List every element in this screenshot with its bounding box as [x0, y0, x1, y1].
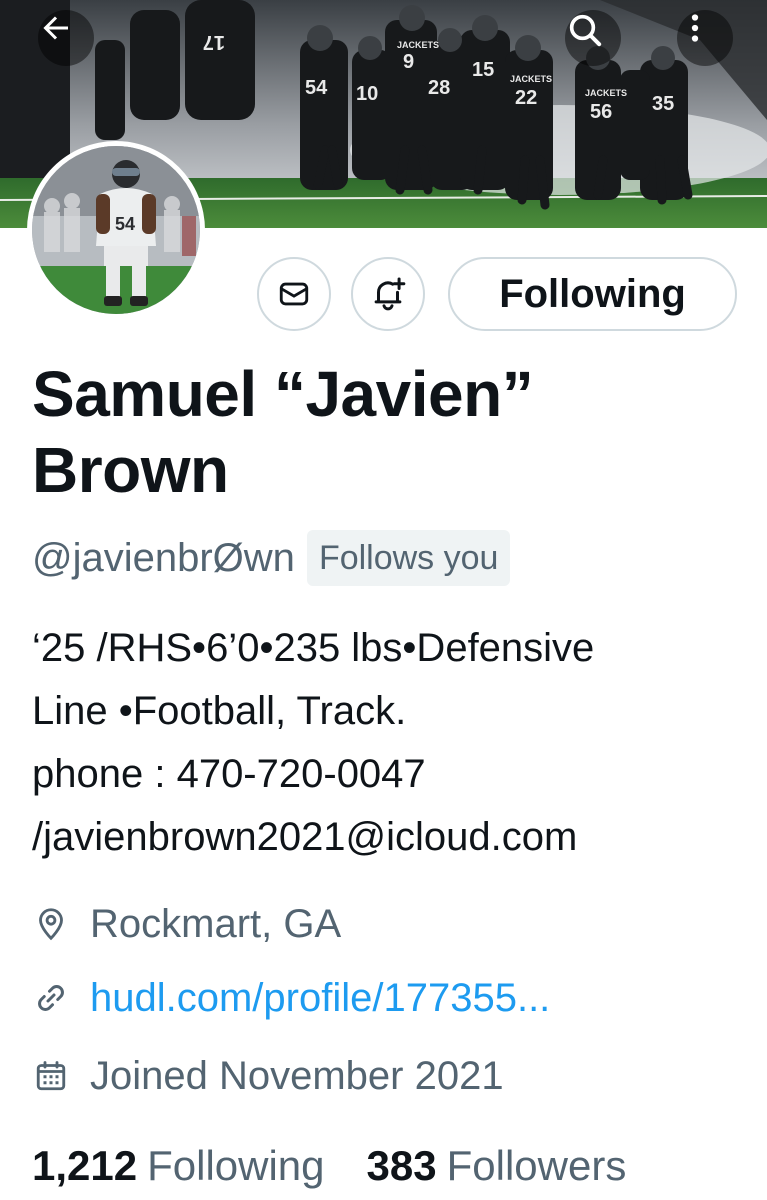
followers-stat[interactable]: 383 Followers	[367, 1142, 627, 1190]
website-row: hudl.com/profile/177355...	[32, 970, 550, 1026]
avatar-photo: 54	[32, 146, 200, 314]
banner-jersey-number: 54	[305, 77, 328, 99]
search-icon	[569, 14, 602, 47]
banner-jersey-number: 15	[472, 59, 494, 81]
link-icon	[32, 979, 70, 1017]
more-options-button[interactable]	[677, 10, 733, 66]
banner-jersey-number: 9	[403, 51, 414, 73]
display-name-line: Samuel “Javien”	[32, 358, 534, 430]
following-stat[interactable]: 1,212 Following	[32, 1142, 325, 1190]
arrow-left-icon	[43, 16, 68, 40]
handle-row: @javienbrØwn Follows you	[32, 530, 511, 586]
calendar-icon	[32, 1057, 70, 1095]
banner-jersey-number: 10	[356, 83, 378, 105]
banner-jersey-number: 56	[590, 101, 612, 123]
website-link[interactable]: hudl.com/profile/177355...	[90, 976, 550, 1021]
message-button[interactable]	[257, 257, 331, 331]
banner-jersey-number: 17	[203, 31, 225, 53]
joined-date: Joined November 2021	[90, 1053, 504, 1098]
banner-jersey-text: JACKETS	[397, 40, 439, 50]
avatar-jersey-number: 54	[115, 214, 135, 234]
following-button[interactable]: Following	[448, 257, 737, 331]
location-pin-icon	[32, 905, 70, 943]
bell-plus-icon	[374, 277, 406, 311]
search-button[interactable]	[565, 10, 621, 66]
bio-line: ‘25 /RHS•6’0•235 lbs•Defensive	[32, 626, 595, 670]
avatar[interactable]: 54	[27, 141, 205, 319]
banner-jersey-text: JACKETS	[510, 74, 552, 84]
banner-jersey-number: 22	[515, 87, 537, 109]
bio-line: Line •Football, Track.	[32, 689, 407, 733]
more-vertical-icon	[691, 14, 699, 42]
display-name-line: Brown	[32, 434, 229, 506]
followers-count: 383	[366, 1142, 437, 1189]
display-name: Samuel “Javien” Brown	[32, 356, 732, 508]
banner-jersey-text: JACKETS	[585, 88, 627, 98]
back-button[interactable]	[38, 10, 94, 66]
follows-you-badge: Follows you	[306, 530, 511, 586]
banner-jersey-number: 35	[652, 93, 674, 115]
follow-stats: 1,212 Following 383 Followers	[32, 1136, 626, 1196]
notifications-button[interactable]	[351, 257, 425, 331]
user-handle: @javienbrØwn	[32, 535, 295, 580]
location-row: Rockmart, GA	[32, 896, 341, 952]
following-stat-label: Following	[147, 1142, 325, 1189]
bio-line: phone : 470-720-0047	[32, 752, 426, 796]
mail-icon	[279, 282, 309, 306]
following-count: 1,212	[32, 1142, 138, 1189]
bio-line: /javienbrown2021@icloud.com	[32, 815, 578, 859]
profile-bio: ‘25 /RHS•6’0•235 lbs•Defensive Line •Foo…	[32, 617, 752, 869]
banner-jersey-number: 28	[428, 77, 450, 99]
location-text: Rockmart, GA	[90, 901, 342, 946]
followers-stat-label: Followers	[446, 1142, 627, 1189]
joined-row: Joined November 2021	[32, 1048, 504, 1104]
